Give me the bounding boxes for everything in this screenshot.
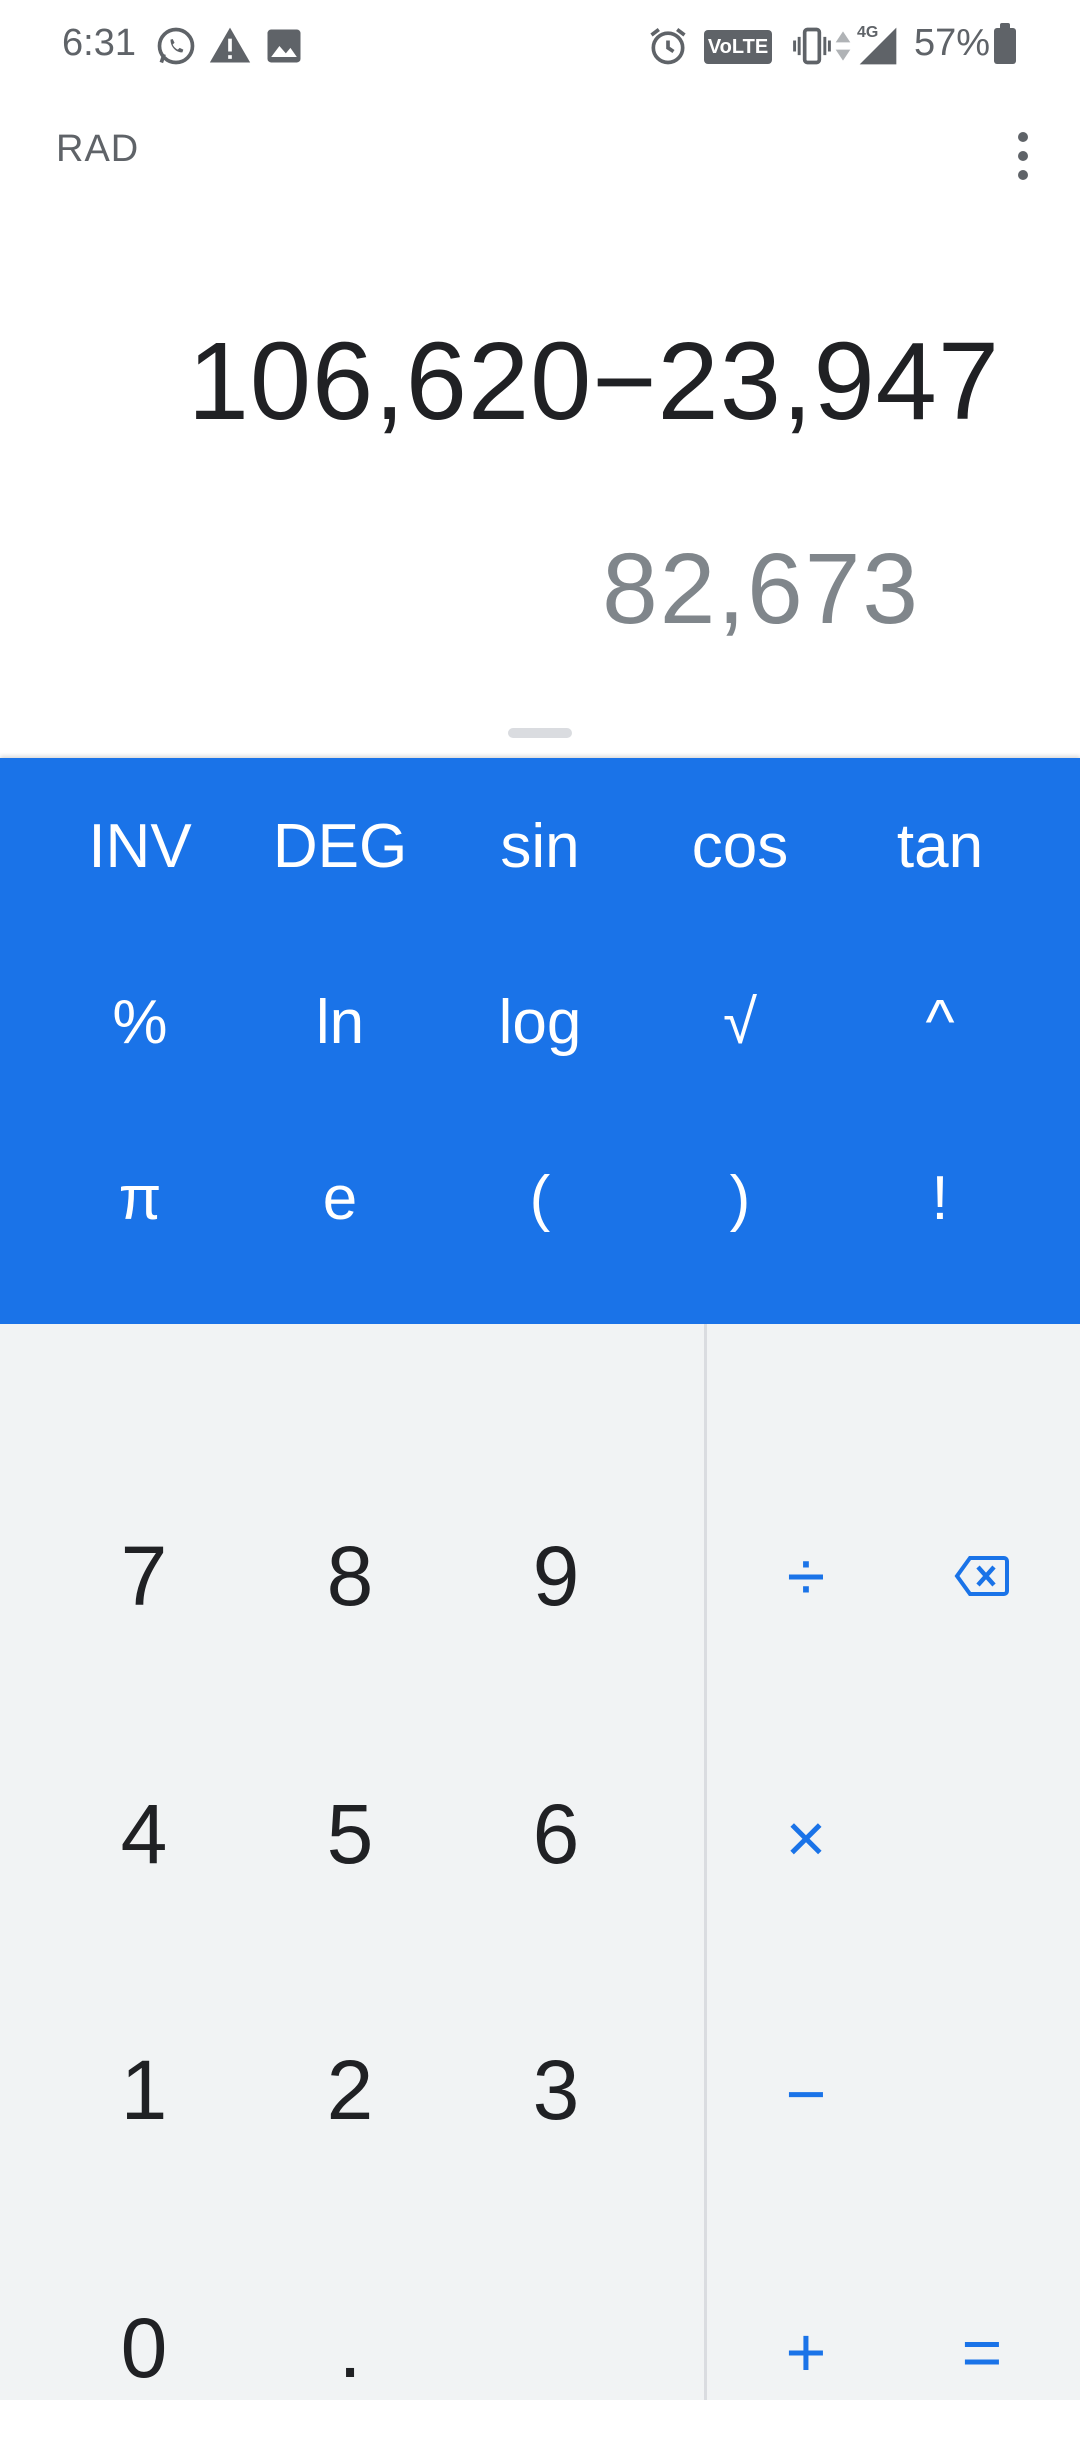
result-preview: 82,673 [602,533,920,645]
signal-icon [859,27,897,65]
data-arrows-icon [835,31,851,61]
keypad: 7 8 9 4 5 6 1 2 3 0 . ÷ × − + = [0,1324,1080,2400]
ln-button[interactable]: ln [240,962,440,1082]
digit-9-button[interactable]: 9 [456,1476,656,1676]
pi-button[interactable]: π [40,1138,240,1258]
equals-button[interactable]: = [882,2252,1080,2452]
sqrt-button[interactable]: √ [640,962,840,1082]
volte-indicator: VoLTE [704,30,772,64]
log-button[interactable]: log [440,962,640,1082]
close-paren-button[interactable]: ) [640,1138,840,1258]
deg-button[interactable]: DEG [240,786,440,906]
tan-button[interactable]: tan [840,786,1040,906]
open-paren-button[interactable]: ( [440,1138,640,1258]
digit-8-button[interactable]: 8 [250,1476,450,1676]
digit-3-button[interactable]: 3 [456,1990,656,2190]
battery-percentage: 57% [914,22,991,64]
digit-0-button[interactable]: 0 [44,2248,244,2448]
factorial-button[interactable]: ! [840,1138,1040,1258]
percent-button[interactable]: % [40,962,240,1082]
multiply-button[interactable]: × [706,1738,906,1938]
backspace-button[interactable] [882,1476,1080,1676]
minus-button[interactable]: − [706,1994,906,2194]
alert-icon [209,27,251,63]
cos-button[interactable]: cos [640,786,840,906]
expression-display[interactable]: 106,620−23,947 [188,318,1000,445]
whatsapp-icon [157,27,195,65]
plus-button[interactable]: + [706,2252,906,2452]
backspace-icon [954,1556,1009,1596]
image-icon [267,29,301,63]
digit-6-button[interactable]: 6 [456,1734,656,1934]
decimal-button[interactable]: . [250,2248,450,2448]
scientific-panel: INV DEG sin cos tan % ln log √ ^ π e ( )… [0,758,1080,1324]
angle-mode-indicator: RAD [56,128,140,170]
status-bar: 6:31 VoLTE 4G 57% [0,0,1080,96]
digit-5-button[interactable]: 5 [250,1734,450,1934]
status-time: 6:31 [62,22,136,64]
drag-handle[interactable] [508,728,572,738]
sin-button[interactable]: sin [440,786,640,906]
digit-7-button[interactable]: 7 [44,1476,244,1676]
more-vert-icon[interactable] [1000,124,1044,188]
digit-1-button[interactable]: 1 [44,1990,244,2190]
inv-button[interactable]: INV [40,786,240,906]
digit-4-button[interactable]: 4 [44,1734,244,1934]
divide-button[interactable]: ÷ [706,1476,906,1676]
alarm-icon [650,28,686,65]
digit-2-button[interactable]: 2 [250,1990,450,2190]
power-button[interactable]: ^ [840,962,1040,1082]
battery-icon [994,23,1016,64]
vibrate-icon [793,27,831,65]
e-button[interactable]: e [240,1138,440,1258]
